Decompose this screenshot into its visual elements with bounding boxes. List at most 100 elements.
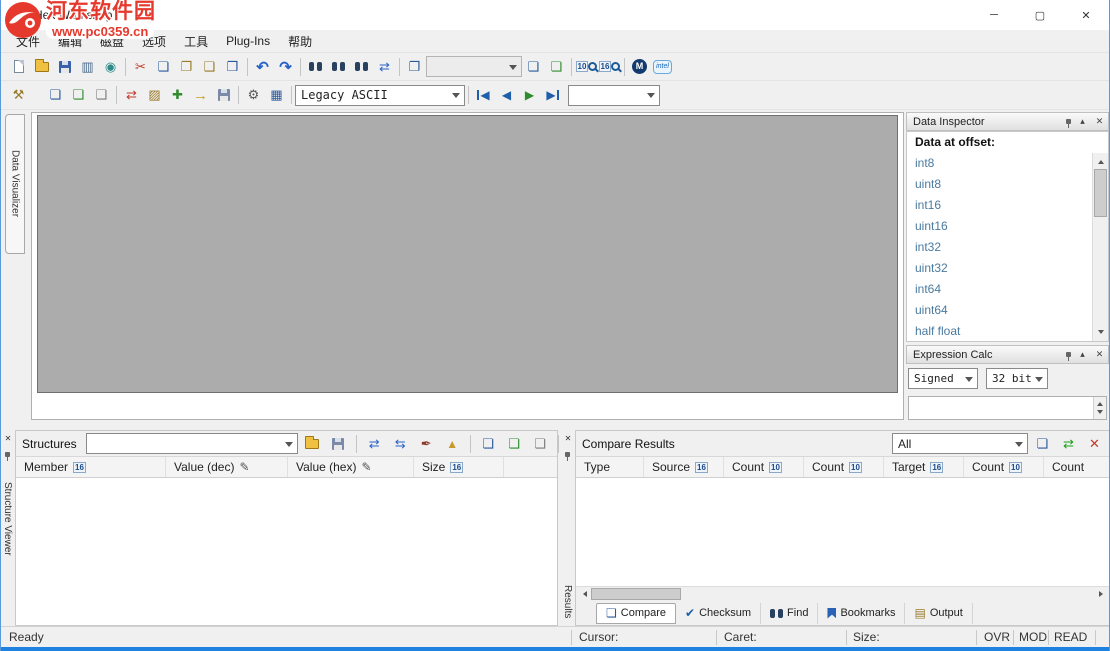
bookmark-last-icon[interactable]: ▶ <box>541 84 564 106</box>
motorola-byte-order-icon[interactable]: M <box>628 56 651 78</box>
recompare-icon[interactable]: ⇄ <box>1057 433 1080 455</box>
mdi-client-area[interactable] <box>37 115 898 393</box>
scroll-up-icon[interactable] <box>1097 399 1103 406</box>
goto-decimal-icon[interactable]: 10 <box>575 56 598 78</box>
column-header-count-3[interactable]: Count 10 <box>964 457 1044 477</box>
copy-value-icon[interactable]: ❏ <box>503 433 526 455</box>
copy-member-icon[interactable]: ❏ <box>477 433 500 455</box>
maximize-button[interactable]: ▢ <box>1017 0 1063 30</box>
replace-icon[interactable]: ⇄ <box>373 56 396 78</box>
save-structure-icon[interactable] <box>327 433 350 455</box>
dropdown-arrow-icon[interactable] <box>643 86 659 105</box>
close-panel-icon[interactable]: ✕ <box>562 433 574 445</box>
cut-icon[interactable]: ✂ <box>129 56 152 78</box>
bookmark-prev-icon[interactable]: ◀ <box>495 84 518 106</box>
column-header-target[interactable]: Target 16 <box>884 457 964 477</box>
find-next-result-icon[interactable]: ❏ <box>522 56 545 78</box>
find-icon[interactable] <box>304 56 327 78</box>
column-header-source[interactable]: Source 16 <box>644 457 724 477</box>
column-header-count-2[interactable]: Count 10 <box>804 457 884 477</box>
scroll-left-icon[interactable] <box>576 587 591 601</box>
list-item[interactable]: uint8 <box>907 174 1092 195</box>
find-prev-result-icon[interactable]: ❏ <box>545 56 568 78</box>
copy-size-icon[interactable]: ❏ <box>529 433 552 455</box>
open-drive-icon[interactable]: ◉ <box>99 56 122 78</box>
close-panel-icon[interactable]: ✕ <box>1094 349 1105 360</box>
structures-body[interactable] <box>16 478 557 625</box>
horizontal-scrollbar[interactable] <box>576 586 1110 601</box>
data-visualizer-tab[interactable]: Data Visualizer <box>5 114 25 254</box>
bits-combo[interactable]: 32 bit <box>986 368 1048 389</box>
tab-bookmarks[interactable]: Bookmarks <box>818 603 905 624</box>
status-mod-indicator[interactable]: MOD <box>1019 630 1047 644</box>
sign-combo[interactable]: Signed <box>908 368 978 389</box>
clipboard-history-icon[interactable]: ❒ <box>221 56 244 78</box>
insert-bytes-icon[interactable]: ✚ <box>166 84 189 106</box>
data-inspector-header[interactable]: Data Inspector ▴ ✕ <box>906 112 1109 131</box>
close-results-icon[interactable]: ✕ <box>1083 433 1106 455</box>
find-forward-icon[interactable] <box>327 56 350 78</box>
encoding-combo[interactable]: Legacy ASCII <box>295 85 465 106</box>
expression-calc-header[interactable]: Expression Calc ▴ ✕ <box>906 345 1109 364</box>
redo-icon[interactable]: ↷ <box>274 56 297 78</box>
find-backward-icon[interactable] <box>350 56 373 78</box>
vertical-scrollbar[interactable] <box>1092 153 1108 341</box>
dropdown-arrow-icon[interactable] <box>281 434 297 453</box>
dropdown-arrow-icon[interactable] <box>448 86 464 105</box>
bookmark-next-icon[interactable]: ▶ <box>518 84 541 106</box>
list-item[interactable]: int64 <box>907 279 1092 300</box>
pin-icon[interactable] <box>1066 352 1071 357</box>
compare-files-icon[interactable]: ❐ <box>403 56 426 78</box>
map-structure-icon[interactable]: ⇆ <box>389 433 412 455</box>
edit-structure-icon[interactable]: ✒ <box>415 433 438 455</box>
structures-combo[interactable] <box>86 433 298 454</box>
structure-alerts-icon[interactable]: ▲ <box>441 433 464 455</box>
status-read-indicator[interactable]: READ <box>1054 630 1087 644</box>
undo-icon[interactable]: ↶ <box>251 56 274 78</box>
list-item[interactable]: int32 <box>907 237 1092 258</box>
goto-hex-icon[interactable]: 16 <box>598 56 621 78</box>
list-item[interactable]: uint64 <box>907 300 1092 321</box>
find-combo[interactable] <box>426 56 522 77</box>
paste-special-icon[interactable]: ❑ <box>198 56 221 78</box>
dropdown-arrow-icon[interactable] <box>961 369 977 388</box>
bookmark-first-icon[interactable]: ◀ <box>472 84 495 106</box>
paste-icon[interactable]: ❐ <box>175 56 198 78</box>
pin-icon[interactable] <box>1066 119 1071 124</box>
collapse-icon[interactable]: ▴ <box>1077 116 1088 127</box>
list-item[interactable]: int8 <box>907 153 1092 174</box>
column-header-count-4[interactable]: Count <box>1044 457 1110 477</box>
copy-results-icon[interactable]: ❏ <box>1031 433 1054 455</box>
column-header-size[interactable]: Size 16 <box>414 457 504 477</box>
dropdown-arrow-icon[interactable] <box>505 57 521 76</box>
goto-offset-icon[interactable]: → <box>189 84 212 106</box>
print-icon[interactable]: ▥ <box>76 56 99 78</box>
tools-hammer-icon[interactable]: ⚒ <box>7 84 30 106</box>
tab-checksum[interactable]: ✔ Checksum <box>676 603 761 624</box>
mini-scrollbar[interactable] <box>1093 397 1106 419</box>
save-selection-icon[interactable] <box>212 84 235 106</box>
pin-icon[interactable] <box>5 452 10 457</box>
results-filter-combo[interactable]: All <box>892 433 1028 454</box>
new-file-icon[interactable] <box>7 56 30 78</box>
character-table-icon[interactable]: ▦ <box>265 84 288 106</box>
column-header-value-dec[interactable]: Value (dec) ✎ <box>166 457 288 477</box>
menu-help[interactable]: 帮助 <box>279 33 321 50</box>
column-header-value-hex[interactable]: Value (hex) ✎ <box>288 457 414 477</box>
scrollbar-thumb[interactable] <box>591 588 681 600</box>
intel-byte-order-icon[interactable]: intel <box>651 56 674 78</box>
dropdown-arrow-icon[interactable] <box>1011 434 1027 453</box>
close-panel-icon[interactable]: ✕ <box>1094 116 1105 127</box>
copy-as-hex-icon[interactable]: ❏ <box>44 84 67 106</box>
bookmark-combo[interactable] <box>568 85 660 106</box>
expression-input[interactable] <box>908 396 1107 420</box>
collapse-icon[interactable]: ▴ <box>1077 349 1088 360</box>
list-item[interactable]: int16 <box>907 195 1092 216</box>
list-item[interactable]: uint16 <box>907 216 1092 237</box>
pin-icon[interactable] <box>565 452 570 457</box>
copy-icon[interactable]: ❏ <box>152 56 175 78</box>
tab-output[interactable]: ▤ Output <box>905 603 972 624</box>
list-item[interactable]: uint32 <box>907 258 1092 279</box>
open-structure-icon[interactable] <box>301 433 324 455</box>
close-panel-icon[interactable]: ✕ <box>2 433 14 445</box>
